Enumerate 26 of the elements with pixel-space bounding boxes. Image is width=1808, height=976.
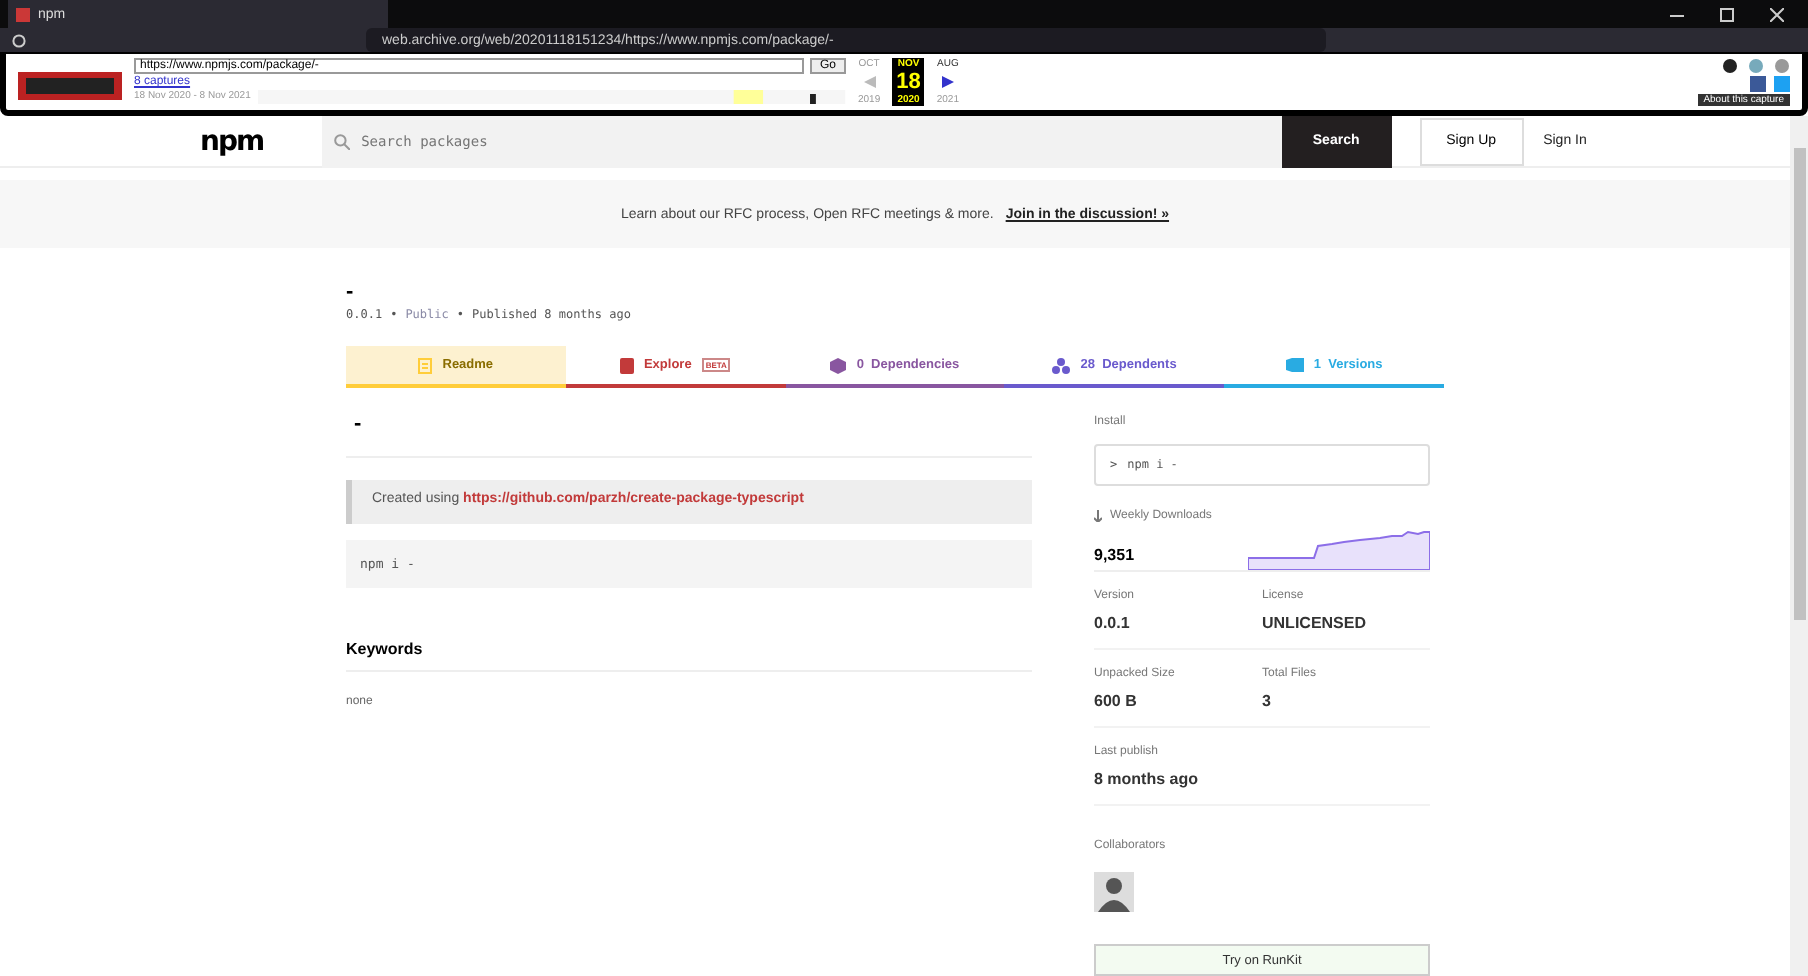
close-icon[interactable] xyxy=(1770,7,1784,21)
package-name: - xyxy=(346,280,356,304)
npm-logo[interactable]: npm xyxy=(200,125,264,157)
fact-value: 8 months ago xyxy=(1094,770,1201,788)
tag-icon xyxy=(1285,358,1304,372)
scrollbar[interactable] xyxy=(1790,116,1808,976)
fact-value: 3 xyxy=(1262,692,1273,710)
search-icon xyxy=(333,133,350,149)
cube-icon xyxy=(830,357,847,373)
user-icon[interactable] xyxy=(1722,58,1738,74)
avatar[interactable] xyxy=(1094,872,1134,912)
fact-value: UNLICENSED xyxy=(1262,614,1369,632)
reload-icon[interactable] xyxy=(12,33,26,47)
next-arrow-icon[interactable] xyxy=(941,76,954,88)
fact-value: 600 B xyxy=(1094,692,1139,710)
file-icon xyxy=(619,357,634,373)
cubes-icon xyxy=(1052,357,1071,373)
help-icon[interactable] xyxy=(1748,58,1764,74)
site-icon xyxy=(16,7,30,21)
weekly-downloads: 9,351 xyxy=(1094,546,1137,568)
document-icon xyxy=(418,357,433,373)
maximize-icon[interactable] xyxy=(1720,7,1734,21)
readme-heading: - xyxy=(346,404,1032,458)
download-icon xyxy=(1094,510,1102,522)
fact-value: 0.0.1 xyxy=(1094,614,1132,632)
keywords-heading: Keywords xyxy=(346,640,1032,672)
